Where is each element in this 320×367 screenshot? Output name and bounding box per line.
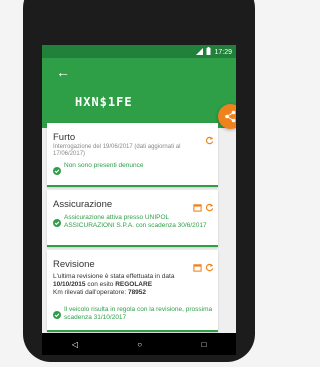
furto-status-row: Non sono presenti denunce [53,162,214,180]
revisione-card: Revisione L'ultima revisione è stata eff… [47,250,218,332]
check-circle-icon [53,306,61,324]
check-circle-icon [53,214,61,232]
license-plate: HXN$1FE [75,95,133,109]
assicurazione-status: Assicurazione attiva presso UNIPOL ASSIC… [64,214,207,229]
battery-icon [206,47,211,57]
revisione-esito: REGOLARE [115,281,153,288]
navigation-bar: ◁ ○ □ [42,333,236,355]
clock: 17:29 [214,48,232,56]
home-nav-icon[interactable]: ○ [137,340,142,349]
recents-nav-icon[interactable]: □ [201,340,206,349]
app-bar: ← HXN$1FE [42,58,236,128]
furto-status: Non sono presenti denunce [64,162,144,169]
revisione-status: Il veicolo risulta in regola con la revi… [64,306,213,321]
revisione-date: 10/10/2015 [53,281,86,288]
revisione-details: L'ultima revisione è stata effettuata in… [53,273,208,297]
refresh-icon[interactable] [205,132,214,150]
furto-card: Furto Interrogazione del 19/06/2017 (dat… [47,123,218,187]
assicurazione-status-row: Assicurazione attiva presso UNIPOL ASSIC… [53,214,214,232]
revisione-title: Revisione [53,259,95,270]
back-arrow-icon[interactable]: ← [56,65,70,79]
assicurazione-card: Assicurazione Assicurazione attiva press… [47,190,218,247]
share-icon [218,110,236,133]
check-circle-icon [53,162,61,180]
status-bar: 17:29 [42,45,236,58]
revisione-km-label: Km rilevati dall'operatore: [53,289,128,296]
back-nav-icon[interactable]: ◁ [72,340,78,349]
app-screen: 17:29 ← HXN$1FE Furto Interrogazione del… [42,45,236,335]
signal-icon [196,47,204,57]
share-button[interactable] [218,104,236,129]
furto-title: Furto [53,132,76,143]
revisione-km: 78952 [127,289,147,296]
revisione-line1: L'ultima revisione è stata effettuata in… [53,273,175,280]
revisione-status-row: Il veicolo risulta in regola con la revi… [53,306,214,324]
furto-subtitle: Interrogazione del 19/06/2017 (dati aggi… [53,144,181,157]
assicurazione-title: Assicurazione [53,199,113,210]
revisione-esito-label: con esito [85,281,116,288]
